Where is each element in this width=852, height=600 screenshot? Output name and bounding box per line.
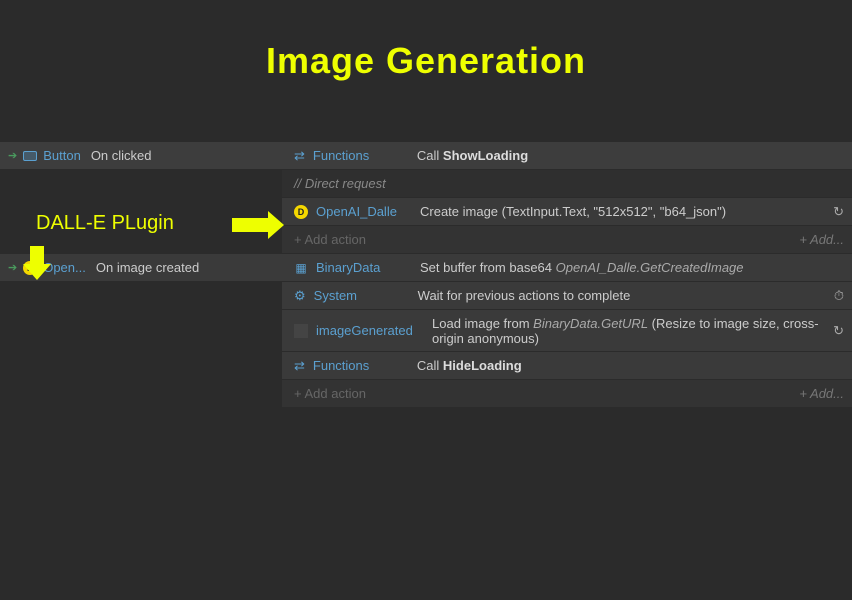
condition-row[interactable]: ➔ D Open... On image created <box>0 254 282 282</box>
add-action[interactable]: + Add action <box>294 232 366 247</box>
button-icon <box>23 151 37 161</box>
condition-object: Button <box>43 148 81 163</box>
action-row[interactable]: ⚙ System Wait for previous actions to co… <box>282 282 852 310</box>
action-text: Set buffer from base64 OpenAI_Dalle.GetC… <box>420 260 844 275</box>
action-row[interactable]: ⇄ Functions Call ShowLoading <box>282 142 852 170</box>
gear-icon: ⚙ <box>294 288 306 304</box>
add-action-row[interactable]: + Add action + Add... <box>282 380 852 408</box>
swap-icon: ⇄ <box>294 358 305 374</box>
action-text: Wait for previous actions to complete <box>418 288 826 303</box>
add-right[interactable]: + Add... <box>799 386 844 401</box>
section-header[interactable]: // Direct request <box>282 170 852 198</box>
add-action-row[interactable]: + Add action + Add... <box>282 226 852 254</box>
plugin-icon: D <box>294 205 308 219</box>
condition-object: Open... <box>43 260 86 275</box>
action-text: Call ShowLoading <box>417 148 844 163</box>
action-text: Call HideLoading <box>417 358 844 373</box>
add-action[interactable]: + Add action <box>294 386 366 401</box>
action-object: Functions <box>313 358 409 373</box>
refresh-icon[interactable]: ↻ <box>833 204 844 220</box>
arrow-icon: ➔ <box>8 149 17 162</box>
event-block-1[interactable]: ➔ Button On clicked ⇄ Functions Call Sho… <box>0 142 852 254</box>
action-object: Functions <box>313 148 409 163</box>
event-block-2[interactable]: ➔ D Open... On image created ▦ BinaryDat… <box>0 254 852 408</box>
image-icon <box>294 324 308 338</box>
action-object: imageGenerated <box>316 323 424 338</box>
binary-icon: ▦ <box>294 261 308 275</box>
condition-row[interactable]: ➔ Button On clicked <box>0 142 282 170</box>
page-title: Image Generation <box>0 0 852 142</box>
event-sheet: ➔ Button On clicked ⇄ Functions Call Sho… <box>0 142 852 408</box>
action-row[interactable]: imageGenerated Load image from BinaryDat… <box>282 310 852 352</box>
action-row[interactable]: ⇄ Functions Call HideLoading <box>282 352 852 380</box>
add-right[interactable]: + Add... <box>799 232 844 247</box>
action-object: BinaryData <box>316 260 412 275</box>
action-text: Load image from BinaryData.GetURL (Resiz… <box>432 316 825 346</box>
swap-icon: ⇄ <box>294 148 305 164</box>
condition-trigger: On clicked <box>91 148 152 163</box>
condition-trigger: On image created <box>96 260 199 275</box>
action-row[interactable]: D OpenAI_Dalle Create image (TextInput.T… <box>282 198 852 226</box>
wait-icon[interactable]: ⏱ <box>834 288 844 304</box>
refresh-icon[interactable]: ↻ <box>833 323 844 339</box>
plugin-icon: D <box>23 261 37 275</box>
action-text: Create image (TextInput.Text, "512x512",… <box>420 204 825 219</box>
action-row[interactable]: ▦ BinaryData Set buffer from base64 Open… <box>282 254 852 282</box>
arrow-icon: ➔ <box>8 261 17 274</box>
action-object: OpenAI_Dalle <box>316 204 412 219</box>
action-object: System <box>314 288 410 303</box>
